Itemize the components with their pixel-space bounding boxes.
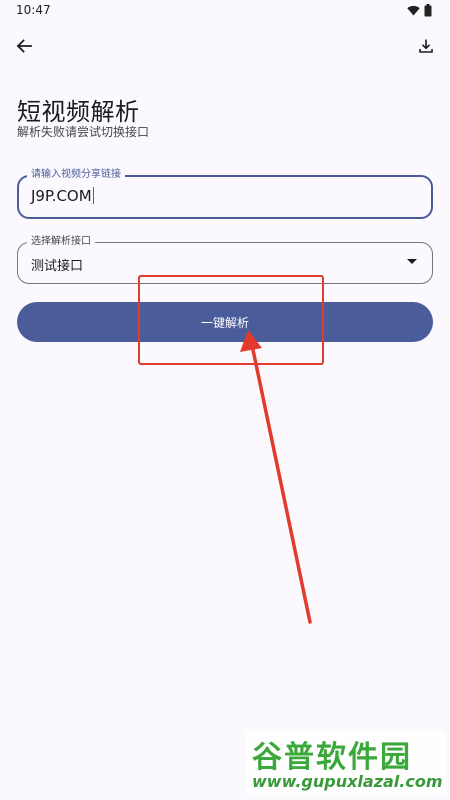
annotation-highlight-box <box>138 275 324 365</box>
app-bar <box>0 30 450 62</box>
caret-down-icon[interactable] <box>407 259 417 264</box>
url-input-label: 请输入视频分享链接 <box>27 168 125 181</box>
status-time: 10:47 <box>16 3 51 17</box>
watermark-url: www.gupuxlazal.com <box>252 772 443 791</box>
battery-icon <box>424 4 432 17</box>
page-subtitle: 解析失败请尝试切换接口 <box>17 125 150 139</box>
watermark-logo: 谷普软件园 www.gupuxlazal.com <box>246 730 446 796</box>
video-url-input[interactable]: 请输入视频分享链接 J9P.COM <box>17 168 433 219</box>
status-icons <box>407 4 432 17</box>
interface-select-label: 选择解析接口 <box>27 235 95 248</box>
download-button[interactable] <box>412 32 440 60</box>
back-button[interactable] <box>10 32 38 60</box>
url-input-value: J9P.COM <box>31 187 92 205</box>
status-bar: 10:47 <box>0 0 450 22</box>
url-input-value-row: J9P.COM <box>31 187 95 205</box>
page-title: 短视频解析 <box>17 98 140 126</box>
watermark-title: 谷普软件园 <box>252 740 412 775</box>
text-caret <box>92 187 95 204</box>
download-icon <box>419 39 433 53</box>
wifi-icon <box>407 5 420 16</box>
arrow-left-icon <box>16 39 32 53</box>
interface-select-value: 测试接口 <box>31 259 84 274</box>
